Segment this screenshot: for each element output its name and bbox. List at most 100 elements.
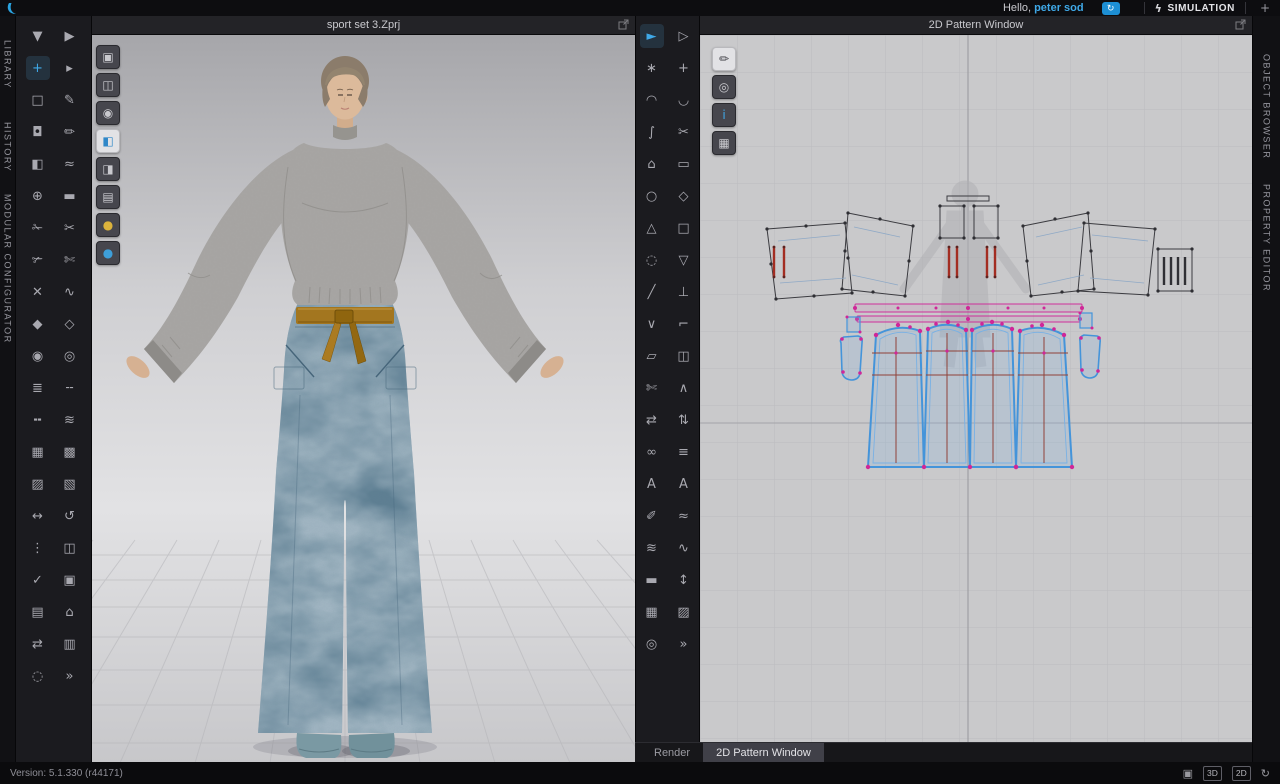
- circle-pattern-tool-button[interactable]: ○: [640, 184, 664, 208]
- pattern-annotation-tool-button[interactable]: A: [672, 472, 696, 496]
- measure-tool-button[interactable]: ↔: [26, 504, 50, 528]
- show-avatar-toggle-button[interactable]: ◉: [96, 101, 120, 125]
- add-mode-icon[interactable]: +: [1260, 1, 1270, 15]
- solidify-tool-button[interactable]: ◆: [26, 312, 50, 336]
- layer-clone-tool-button[interactable]: ◫: [58, 536, 82, 560]
- wave-seam-tool-button[interactable]: ∿: [672, 536, 696, 560]
- pin-brush-tool-button[interactable]: ✏: [58, 120, 82, 144]
- edit-curvature-tool-button[interactable]: ◠: [640, 88, 664, 112]
- walk-pattern-tool-button[interactable]: ∞: [640, 440, 664, 464]
- edit-annotation-tool-button[interactable]: ✐: [640, 504, 664, 528]
- grainline-tool-button[interactable]: ↕: [672, 568, 696, 592]
- zoom-2d-tool-button[interactable]: ◎: [640, 632, 664, 656]
- popout-icon[interactable]: [618, 19, 629, 30]
- internal-rectangle-tool-button[interactable]: □: [672, 216, 696, 240]
- 3d-scene-canvas[interactable]: ▣◫◉◧◨▤●●: [92, 35, 635, 763]
- pleat-tool-button[interactable]: ∧: [672, 376, 696, 400]
- 3d-scene[interactable]: [92, 35, 635, 763]
- puckering-tool-button[interactable]: ≋: [58, 408, 82, 432]
- perpendicular-line-tool-button[interactable]: ⊥: [672, 280, 696, 304]
- simulate-tool-button[interactable]: ▼: [26, 24, 50, 48]
- uv-map-tool-button[interactable]: ⌂: [58, 600, 82, 624]
- trim-tool-button[interactable]: ✓: [26, 568, 50, 592]
- texture-transform-tool-button[interactable]: ⇄: [26, 632, 50, 656]
- sewing-brush-tool-button[interactable]: ✄: [58, 248, 82, 272]
- segment-sewing-tool-button[interactable]: ✂: [58, 216, 82, 240]
- wind-tool-button[interactable]: ≈: [58, 152, 82, 176]
- pin-box-tool-button[interactable]: ◘: [26, 120, 50, 144]
- closet-sync-button[interactable]: ↻: [1102, 2, 1120, 15]
- sewing-tool-button[interactable]: ✁: [26, 216, 50, 240]
- fit-map-toggle-button[interactable]: ▦: [26, 440, 50, 464]
- render-style-toggle-button[interactable]: ▣: [96, 45, 120, 69]
- brush-select-tool-button[interactable]: ✎: [58, 88, 82, 112]
- internal-circle-tool-button[interactable]: ◌: [640, 248, 664, 272]
- select-move-tool-button[interactable]: +: [26, 56, 50, 80]
- tab-render[interactable]: Render: [641, 743, 703, 762]
- show-base-pattern-toggle-button[interactable]: ▦: [712, 131, 736, 155]
- 2d-pattern-scene[interactable]: [700, 35, 1252, 743]
- flip-pattern-tool-button[interactable]: ⇄: [640, 408, 664, 432]
- fabric-pattern-tool-button[interactable]: ▨: [672, 600, 696, 624]
- free-sewing-tool-button[interactable]: ✃: [26, 248, 50, 272]
- edit-curve-point-tool-button[interactable]: ◡: [672, 88, 696, 112]
- edit-seamline-tool-button[interactable]: ∫: [640, 120, 664, 144]
- show-3d-texture-toggle-button[interactable]: ●: [96, 241, 120, 265]
- modular-tool-button[interactable]: ▣: [58, 568, 82, 592]
- cut-pattern-tool-button[interactable]: ✂: [672, 120, 696, 144]
- toggle-3d-view[interactable]: 3D: [1203, 766, 1222, 781]
- topstitch-tool-button[interactable]: ╌: [58, 376, 82, 400]
- show-avatar-light-toggle-button[interactable]: ●: [96, 213, 120, 237]
- 2d-pattern-canvas[interactable]: ✏◎i▦: [700, 35, 1252, 743]
- rectangle-pattern-tool-button[interactable]: ▭: [672, 152, 696, 176]
- transform-pattern-tool-button[interactable]: ►: [640, 24, 664, 48]
- add-point-tool-button[interactable]: +: [672, 56, 696, 80]
- bonding-tape-tool-button[interactable]: ▬: [640, 568, 664, 592]
- stress-map-toggle-button[interactable]: ▩: [58, 440, 82, 464]
- box-select-tool-button[interactable]: □: [26, 88, 50, 112]
- detach-sewing-tool-button[interactable]: ✕: [26, 280, 50, 304]
- rail-tab-history[interactable]: HISTORY: [3, 122, 13, 172]
- more-2d-tools-button[interactable]: »: [672, 632, 696, 656]
- floating-window-icon[interactable]: ▣: [1183, 767, 1193, 780]
- seam-allowance-tool-button[interactable]: ⌐: [672, 312, 696, 336]
- more-tools-button[interactable]: »: [58, 664, 82, 688]
- fabric-stack-tool-button[interactable]: ▤: [26, 600, 50, 624]
- show-arrangement-points-toggle-button[interactable]: ▤: [96, 185, 120, 209]
- select-mesh-tool-button[interactable]: ▸: [58, 56, 82, 80]
- avatar-scan-tool-button[interactable]: ◌: [26, 664, 50, 688]
- elastic-tool-button[interactable]: ≈: [672, 504, 696, 528]
- animation-mode-button[interactable]: ▶: [58, 24, 82, 48]
- show-dressform-toggle-button[interactable]: ◨: [96, 157, 120, 181]
- edit-pattern-tool-button[interactable]: ▷: [672, 24, 696, 48]
- grading-tool-button[interactable]: ⋮: [26, 536, 50, 560]
- print-layout-tool-button[interactable]: ▥: [58, 632, 82, 656]
- shirring-tool-button[interactable]: ≋: [640, 536, 664, 560]
- refresh-icon[interactable]: ↻: [1261, 767, 1270, 780]
- internal-polygon-tool-button[interactable]: △: [640, 216, 664, 240]
- pattern-information-toggle-button[interactable]: i: [712, 103, 736, 127]
- morph-tool-button[interactable]: ◇: [58, 312, 82, 336]
- base-line-tool-button[interactable]: ╱: [640, 280, 664, 304]
- zipper-tool-button[interactable]: ≣: [26, 376, 50, 400]
- 3d-window-title-bar[interactable]: sport set 3.Zprj: [92, 16, 635, 35]
- edit-texture-tool-button[interactable]: ✏: [712, 47, 736, 71]
- polygon-pattern-tool-button[interactable]: ⌂: [640, 152, 664, 176]
- circumference-measure-tool-button[interactable]: ↺: [58, 504, 82, 528]
- avatar-tape-tool-button[interactable]: ▬: [58, 184, 82, 208]
- dart-tool-button[interactable]: ◇: [672, 184, 696, 208]
- toggle-2d-view[interactable]: 2D: [1232, 766, 1251, 781]
- rail-tab-library[interactable]: LIBRARY: [3, 40, 13, 89]
- notch-tool-button[interactable]: ∨: [640, 312, 664, 336]
- pressure-map-toggle-button[interactable]: ▧: [58, 472, 82, 496]
- surface-style-toggle-button[interactable]: ◫: [96, 73, 120, 97]
- rail-tab-property-editor[interactable]: PROPERTY EDITOR: [1262, 184, 1272, 292]
- gizmo-tool-button[interactable]: ⊕: [26, 184, 50, 208]
- 2d-window-title-bar[interactable]: 2D Pattern Window: [700, 16, 1252, 35]
- rail-tab-object-browser[interactable]: OBJECT BROWSER: [1262, 54, 1272, 159]
- rail-tab-modular-configurator[interactable]: MODULAR CONFIGURATOR: [3, 194, 13, 344]
- tab-2d-pattern-window[interactable]: 2D Pattern Window: [703, 743, 824, 762]
- buttonhole-tool-button[interactable]: ◎: [58, 344, 82, 368]
- username[interactable]: peter sod: [1034, 2, 1084, 14]
- pattern-outline-tool-button[interactable]: ▱: [640, 344, 664, 368]
